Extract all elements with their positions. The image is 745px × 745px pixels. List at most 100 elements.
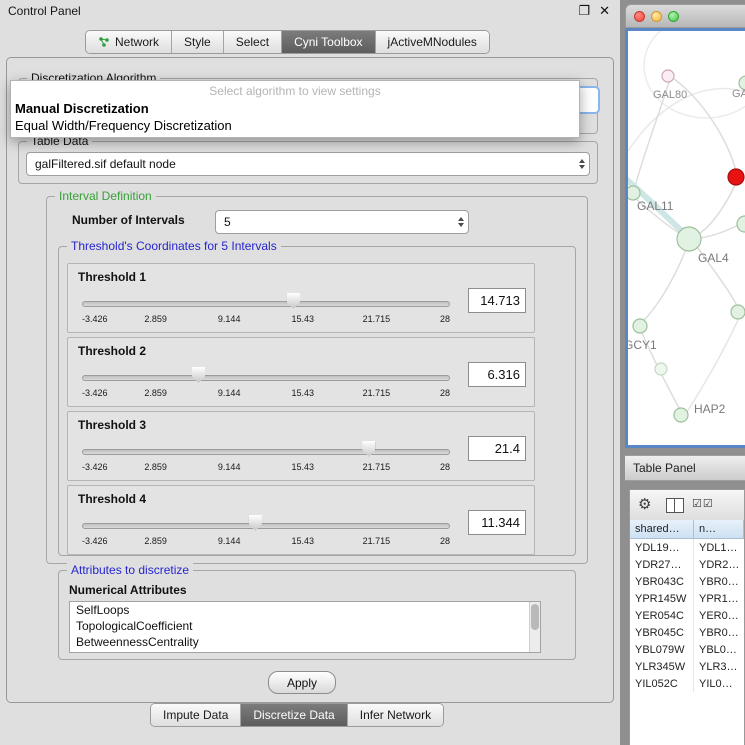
table-cell[interactable]: YPR1… [694,590,744,607]
network-node[interactable] [662,70,674,82]
network-node[interactable] [655,363,667,375]
tab-impute-data[interactable]: Impute Data [151,704,241,726]
table-row[interactable]: YDL19…YDL1… [630,539,744,556]
scrollbar-thumb[interactable] [531,604,539,630]
column-header-name[interactable]: n… [694,520,744,539]
threshold-3-slider[interactable] [82,440,450,460]
column-header-shared-name[interactable]: shared… [630,520,694,539]
table-cell[interactable]: YBR045C [630,624,694,641]
table-cell[interactable]: YBR0… [694,624,744,641]
tab-style[interactable]: Style [172,31,224,53]
tab-label: Cyni Toolbox [294,35,362,49]
table-cell[interactable]: YDR27… [630,556,694,573]
network-node[interactable] [677,227,701,251]
network-graph[interactable]: GAL80 GA GAL11 GAL4 GCY1 HAP2 [628,31,745,445]
threshold-3-value-field[interactable]: 21.4 [468,436,526,461]
table-row[interactable]: YBR043CYBR0… [630,573,744,590]
threshold-label: Threshold 1 [78,270,146,284]
network-node[interactable] [628,186,640,200]
table-cell[interactable]: YER0… [694,607,744,624]
minimize-traffic-light-icon[interactable] [651,11,662,22]
threshold-1-slider[interactable] [82,292,450,312]
table-row[interactable]: YPR145WYPR1… [630,590,744,607]
threshold-1-value-field[interactable]: 14.713 [468,288,526,313]
threshold-4-slider[interactable] [82,514,450,534]
table-row[interactable]: YER054CYER0… [630,607,744,624]
network-canvas[interactable]: GAL80 GA GAL11 GAL4 GCY1 HAP2 [625,28,745,448]
dropdown-item-equal-width-frequency[interactable]: Equal Width/Frequency Discretization [15,118,232,133]
tab-discretize-data[interactable]: Discretize Data [241,704,347,726]
network-window-titlebar[interactable] [625,4,745,28]
close-traffic-light-icon[interactable] [634,11,645,22]
attributes-listbox[interactable]: SelfLoopsTopologicalCoefficientBetweenne… [69,601,541,653]
tick-label: 9.144 [218,536,241,546]
select-all-checkbox-icons[interactable]: ☑☑ [692,497,714,510]
slider-track[interactable] [82,301,450,307]
table-cell[interactable]: YDL1… [694,539,744,556]
table-row[interactable]: YLR345WYLR3… [630,658,744,675]
threshold-2-value-field[interactable]: 6.316 [468,362,526,387]
slider-track[interactable] [82,449,450,455]
number-of-intervals-combobox[interactable]: 5 [215,210,469,234]
tick-label: 21.715 [363,388,391,398]
tab-network[interactable]: Network [86,31,172,53]
tick-label: 15.43 [292,388,315,398]
dropdown-item-manual-discretization[interactable]: Manual Discretization [15,101,149,116]
gear-icon[interactable]: ⚙ [638,495,651,513]
table-cell[interactable]: YBR0… [694,573,744,590]
tab-label: Network [115,35,159,49]
tick-label: 2.859 [144,388,167,398]
tick-label: 28 [440,536,450,546]
network-node[interactable] [633,319,647,333]
table-cell[interactable]: YLR3… [694,658,744,675]
threshold-2-slider[interactable] [82,366,450,386]
table-data-combobox[interactable]: galFiltered.sif default node [26,152,590,176]
tab-jactivemnodules[interactable]: jActiveMNodules [376,31,489,53]
columns-icon[interactable] [666,498,684,513]
stepper-arrows-icon[interactable] [458,217,464,227]
apply-button[interactable]: Apply [268,671,336,694]
attribute-list-item[interactable]: TopologicalCoefficient [70,618,540,634]
table-cell[interactable]: YBL0… [694,641,744,658]
network-node[interactable] [737,216,745,232]
table-cell[interactable]: YER054C [630,607,694,624]
zoom-traffic-light-icon[interactable] [668,11,679,22]
table-cell[interactable]: YLR345W [630,658,694,675]
close-icon[interactable]: ✕ [599,3,610,19]
table-cell[interactable]: YIL0… [694,675,744,692]
table-row[interactable]: YIL052CYIL0… [630,675,744,692]
table-row[interactable]: YBL079WYBL0… [630,641,744,658]
stepper-arrows-icon[interactable] [579,159,585,169]
threshold-3-box: Threshold 3 -3.4262.8599.14415.4321.7152… [67,411,535,481]
tab-infer-network[interactable]: Infer Network [348,704,443,726]
table-header-row: shared… n… [630,520,744,539]
network-node[interactable] [674,408,688,422]
tab-label: Select [236,35,269,49]
table-cell[interactable]: YBR043C [630,573,694,590]
combobox-value: 5 [224,211,231,233]
tab-cyni-toolbox[interactable]: Cyni Toolbox [282,31,375,53]
float-window-icon[interactable]: ❐ [578,3,590,19]
table-row[interactable]: YBR045CYBR0… [630,624,744,641]
network-node-selected[interactable] [728,169,744,185]
attribute-list-item[interactable]: BetweennessCentrality [70,634,540,650]
listbox-scrollbar[interactable] [529,602,540,652]
threshold-4-value-field[interactable]: 11.344 [468,510,526,535]
table-panel-header[interactable]: Table Panel [625,455,745,481]
table-toolbar: ⚙ ☑☑ [630,490,744,521]
network-node[interactable] [731,305,745,319]
table-row[interactable]: YDR27…YDR2… [630,556,744,573]
table-cell[interactable]: YPR145W [630,590,694,607]
slider-track[interactable] [82,375,450,381]
attribute-list-item[interactable]: SelfLoops [70,602,540,618]
tick-label: 21.715 [363,536,391,546]
table-cell[interactable]: YBL079W [630,641,694,658]
tick-label: 28 [440,462,450,472]
tick-label: 2.859 [144,314,167,324]
table-cell[interactable]: YDL19… [630,539,694,556]
slider-tick-labels: -3.4262.8599.14415.4321.71528 [82,388,450,400]
slider-track[interactable] [82,523,450,529]
table-cell[interactable]: YDR2… [694,556,744,573]
tab-select[interactable]: Select [224,31,282,53]
table-cell[interactable]: YIL052C [630,675,694,692]
